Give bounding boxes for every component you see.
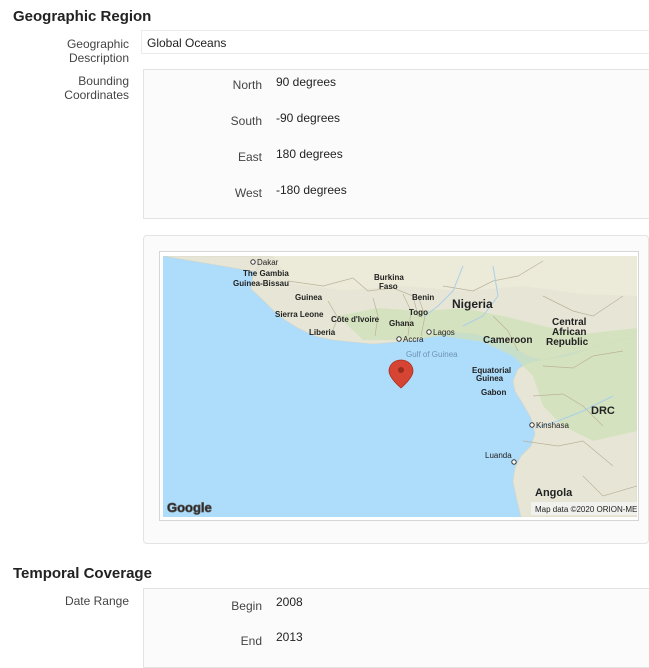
label-gulf-of-guinea: Gulf of Guinea bbox=[406, 350, 458, 359]
begin-label: Begin bbox=[231, 599, 262, 613]
west-value: -180 degrees bbox=[276, 183, 347, 197]
label-nigeria: Nigeria bbox=[452, 297, 493, 311]
accra-dot bbox=[396, 336, 402, 342]
geographic-description-label: Geographic Description bbox=[66, 37, 129, 65]
label-togo: Togo bbox=[409, 308, 428, 317]
map-attribution[interactable]: Map data ©2020 ORION-ME bbox=[535, 505, 637, 514]
label-gambia: The Gambia bbox=[243, 269, 289, 278]
label-liberia: Liberia bbox=[309, 328, 336, 337]
west-label: West bbox=[234, 186, 262, 200]
south-label: South bbox=[230, 114, 262, 128]
north-value: 90 degrees bbox=[276, 75, 337, 89]
end-value: 2013 bbox=[276, 630, 303, 644]
lagos-dot bbox=[426, 329, 432, 335]
label-luanda: Luanda bbox=[485, 451, 512, 460]
label-sierra-leone: Sierra Leone bbox=[275, 310, 324, 319]
label-cote-divoire: Côte d'Ivoire bbox=[331, 315, 380, 324]
label-ghana: Ghana bbox=[389, 319, 414, 328]
begin-value: 2008 bbox=[276, 595, 303, 609]
kinshasa-dot bbox=[529, 422, 535, 428]
end-label: End bbox=[240, 634, 262, 648]
label-faso: Faso bbox=[379, 282, 398, 291]
google-logo[interactable]: Google bbox=[167, 500, 213, 516]
map-frame: Dakar The Gambia Guinea-Bissau Guinea Si… bbox=[159, 251, 639, 521]
label-drc: DRC bbox=[591, 405, 615, 417]
label-benin: Benin bbox=[412, 293, 434, 302]
map-canvas[interactable]: Dakar The Gambia Guinea-Bissau Guinea Si… bbox=[163, 256, 637, 517]
north-label: North bbox=[232, 78, 262, 92]
label-lagos: Lagos bbox=[433, 328, 455, 337]
label-burkina: Burkina bbox=[374, 273, 404, 282]
label-car-3: Republic bbox=[546, 337, 589, 348]
label-dakar: Dakar bbox=[257, 258, 279, 267]
label-eq-guinea-2: Guinea bbox=[476, 374, 504, 383]
label-guinea-bissau: Guinea-Bissau bbox=[233, 279, 289, 288]
date-range-label: Date Range bbox=[64, 594, 129, 608]
geographic-region-title: Geographic Region bbox=[13, 8, 152, 25]
label-angola: Angola bbox=[535, 487, 573, 499]
bounding-coordinates-label: Bounding Coordinates bbox=[64, 74, 129, 102]
dakar-dot bbox=[250, 259, 256, 265]
east-value: 180 degrees bbox=[276, 147, 343, 161]
luanda-dot bbox=[511, 459, 517, 465]
geographic-description-field[interactable]: Global Oceans bbox=[141, 30, 649, 54]
label-kinshasa: Kinshasa bbox=[536, 421, 569, 430]
south-value: -90 degrees bbox=[276, 111, 341, 125]
label-gabon: Gabon bbox=[481, 388, 506, 397]
label-accra: Accra bbox=[403, 335, 424, 344]
label-cameroon: Cameroon bbox=[483, 335, 532, 346]
label-guinea: Guinea bbox=[295, 293, 323, 302]
east-label: East bbox=[237, 150, 262, 164]
temporal-coverage-title: Temporal Coverage bbox=[13, 565, 152, 582]
